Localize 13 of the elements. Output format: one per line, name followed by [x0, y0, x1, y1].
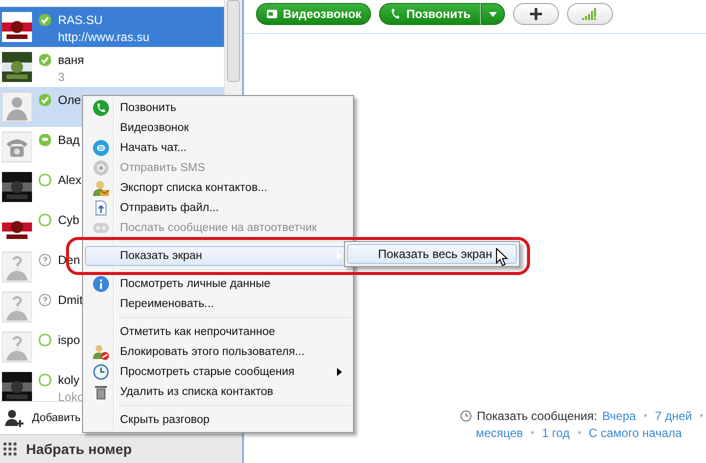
- show-messages-label: Показать сообщения:: [476, 408, 598, 422]
- contact-name: ваня: [58, 53, 84, 67]
- contact-name: Alex: [58, 173, 82, 187]
- contact-name: ispo: [58, 333, 80, 347]
- contact-name: koly: [58, 373, 80, 387]
- contact-name: Cyb: [58, 213, 80, 227]
- contact-name: RAS.SU: [58, 13, 104, 27]
- contact-name: Оле: [58, 93, 81, 107]
- contact-mood: http://www.ras.su: [58, 30, 150, 44]
- contact-name: Dmit: [58, 293, 83, 307]
- contact-name: Вад: [58, 133, 80, 147]
- contact-mood: 3: [58, 70, 66, 84]
- dial-number-label: Набрать номер: [26, 441, 132, 457]
